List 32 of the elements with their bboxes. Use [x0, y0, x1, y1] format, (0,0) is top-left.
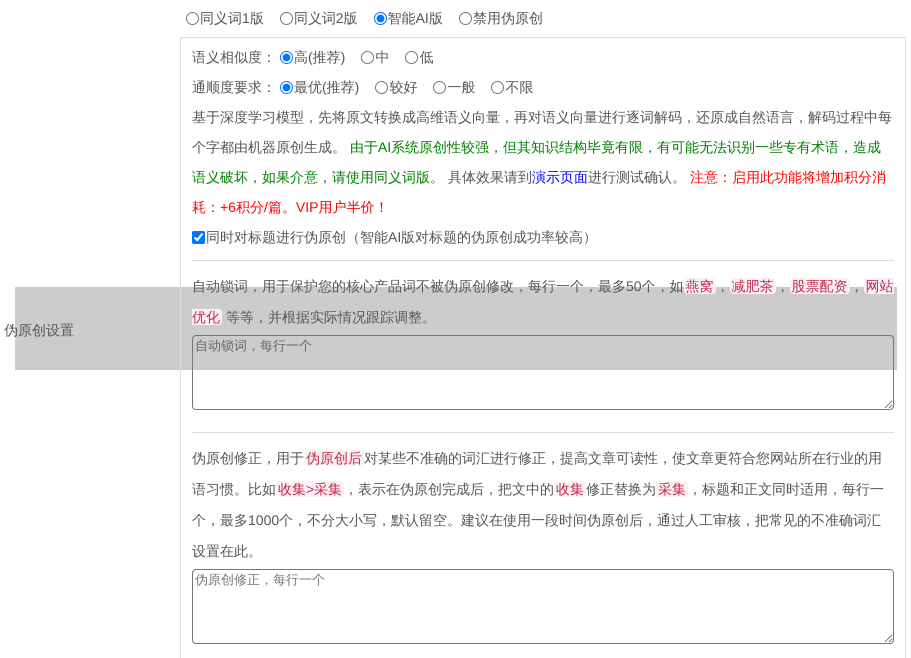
radio-label[interactable]: 较好 — [389, 76, 418, 98]
checkbox-label[interactable]: 同时对标题进行伪原创（智能AI版对标题的伪原创成功率较高） — [206, 226, 598, 248]
radio-label[interactable]: 智能AI版 — [388, 8, 443, 29]
demo-page-link[interactable]: 演示页面 — [532, 169, 588, 185]
radio-label[interactable]: 低 — [419, 46, 434, 68]
radio-button[interactable] — [374, 12, 387, 25]
radio-button[interactable] — [361, 50, 374, 64]
lock-words-input[interactable]: 自动锁词，每行一个 — [192, 335, 894, 410]
radio-button[interactable] — [375, 80, 388, 94]
radio-label[interactable]: 禁用伪原创 — [472, 8, 543, 29]
radio-button[interactable] — [280, 50, 293, 64]
radio-label[interactable]: 同义词1版 — [200, 8, 264, 29]
radio-label[interactable]: 中 — [375, 46, 390, 68]
correction-description: 伪原创修正，用于伪原创后对某些不准确的词汇进行修正，提高文章可读性，使文章更符合您网站所在行业的用语习惯。比如 收集>采集，表示在伪原创完成后，把文中的 收集修正替换为 采集，标题和正文同时适用，每行一个，最多1000个，不分大小写，默认留空。建议在使用一段时间伪原创后，通过人工审核，把常见的不准确词汇设置在此。 — [192, 449, 886, 561]
correction-input[interactable]: 伪原创修正，每行一个 — [192, 569, 894, 644]
radio-label[interactable]: 最优(推荐) — [294, 76, 360, 98]
radio-label[interactable]: 同义词2版 — [294, 8, 358, 29]
settings-label: 伪原创设置 — [4, 322, 74, 338]
radio-button[interactable] — [405, 50, 418, 64]
field-label: 通顺度要求： — [192, 78, 276, 96]
radio-button[interactable] — [186, 12, 199, 25]
field-label: 语义相似度： — [192, 48, 276, 66]
radio-button[interactable] — [458, 12, 472, 25]
radio-button[interactable] — [433, 80, 446, 94]
radio-label[interactable]: 一般 — [447, 76, 476, 98]
radio-label[interactable]: 不限 — [505, 76, 534, 98]
ai-description: 基于深度学习模型，先将原文转换成高维语义向量，再对语义向量进行逐词解码，还原成自然语言，解码过程中每个字都由机器原创生成。 由于AI系统原创性较强，但其知识结构毕竟有限，有可能无法识别一些专有术语，造成语义破坏，如果介意，请使用同义词版。 具体效果请到演示页面进行测试确认。 注意：启用此功能将增加积分消耗：+6积分/篇。VIP用户半价！ — [192, 108, 893, 217]
radio-label[interactable]: 高(推荐) — [294, 46, 346, 68]
radio-button[interactable] — [280, 80, 293, 94]
radio-button[interactable] — [491, 80, 504, 94]
checkbox[interactable] — [192, 230, 205, 244]
radio-button[interactable] — [280, 12, 293, 25]
